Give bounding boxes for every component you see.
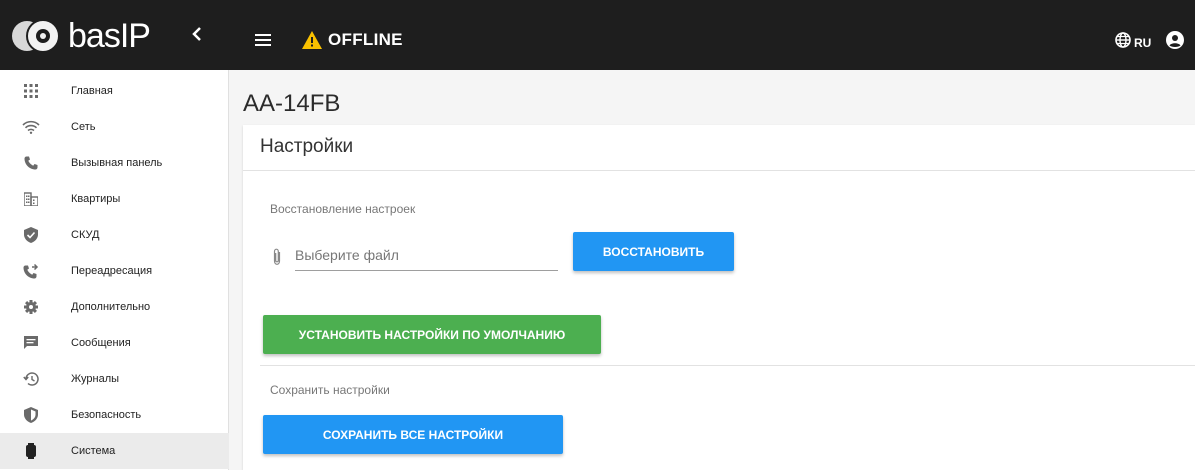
status-text: OFFLINE [328, 30, 403, 49]
sidebar-item-access-control[interactable]: СКУД [0, 217, 229, 253]
save-section-label: Сохранить настройки [270, 383, 390, 397]
sidebar: Главная Сеть Вызывная панель Квартиры СК… [0, 70, 229, 470]
page-title: AA-14FB [243, 90, 341, 117]
sidebar-item-label: Сообщения [71, 337, 131, 349]
phone-forward-icon [22, 262, 40, 280]
logo-text: basIP [68, 17, 151, 55]
file-input[interactable] [295, 239, 558, 271]
gear-icon [22, 298, 40, 316]
save-all-settings-button[interactable]: СОХРАНИТЬ ВСЕ НАСТРОЙКИ [263, 415, 563, 454]
sidebar-item-label: Журналы [71, 373, 120, 385]
message-icon [22, 334, 40, 352]
sidebar-item-advanced[interactable]: Дополнительно [0, 289, 229, 325]
sidebar-item-network[interactable]: Сеть [0, 109, 229, 145]
history-icon [22, 370, 40, 388]
sidebar-item-messages[interactable]: Сообщения [0, 325, 229, 361]
sidebar-item-label: Дополнительно [71, 301, 151, 313]
sidebar-item-logs[interactable]: Журналы [0, 361, 229, 397]
sidebar-item-label: Вызывная панель [71, 157, 163, 169]
account-icon[interactable] [1166, 31, 1184, 54]
restore-section-label: Восстановление настроек [270, 202, 416, 216]
sidebar-item-home[interactable]: Главная [0, 73, 229, 109]
settings-card: Настройки Восстановление настроек ВОССТА… [243, 125, 1195, 470]
connection-status: OFFLINE [302, 30, 403, 50]
logo[interactable]: basIP [12, 16, 151, 56]
wifi-icon [22, 118, 40, 136]
building-icon [22, 190, 40, 208]
top-app-bar: basIP OFFLINE RU [0, 0, 1195, 70]
sidebar-item-call-panel[interactable]: Вызывная панель [0, 145, 229, 181]
sidebar-item-label: Система [71, 445, 116, 457]
restore-button[interactable]: ВОССТАНОВИТЬ [573, 232, 734, 271]
sidebar-item-label: Переадресация [71, 265, 153, 277]
sidebar-item-system[interactable]: Система [0, 433, 229, 469]
warning-icon [302, 31, 322, 49]
divider [243, 170, 1195, 171]
paperclip-icon[interactable] [272, 248, 282, 271]
reset-defaults-button[interactable]: УСТАНОВИТЬ НАСТРОЙКИ ПО УМОЛЧАНИЮ [263, 315, 601, 354]
sidebar-item-label: Квартиры [71, 193, 121, 205]
sidebar-item-security[interactable]: Безопасность [0, 397, 229, 433]
sidebar-item-label: СКУД [71, 229, 100, 241]
sidebar-item-apartments[interactable]: Квартиры [0, 181, 229, 217]
divider [260, 365, 1195, 366]
device-icon [22, 442, 40, 460]
security-icon [22, 406, 40, 424]
collapse-sidebar-chevron-icon[interactable] [192, 26, 208, 46]
sidebar-item-label: Сеть [71, 121, 96, 133]
apps-icon [22, 82, 40, 100]
sidebar-item-label: Безопасность [71, 409, 142, 421]
globe-icon [1115, 32, 1131, 53]
language-selector[interactable]: RU [1115, 32, 1151, 53]
language-label: RU [1134, 35, 1152, 50]
logo-mark [12, 18, 66, 54]
card-title: Настройки [260, 136, 354, 157]
shield-check-icon [22, 226, 40, 244]
sidebar-item-forwarding[interactable]: Переадресация [0, 253, 229, 289]
hamburger-menu-icon[interactable] [255, 34, 271, 46]
phone-icon [22, 154, 40, 172]
sidebar-item-label: Главная [71, 85, 113, 97]
